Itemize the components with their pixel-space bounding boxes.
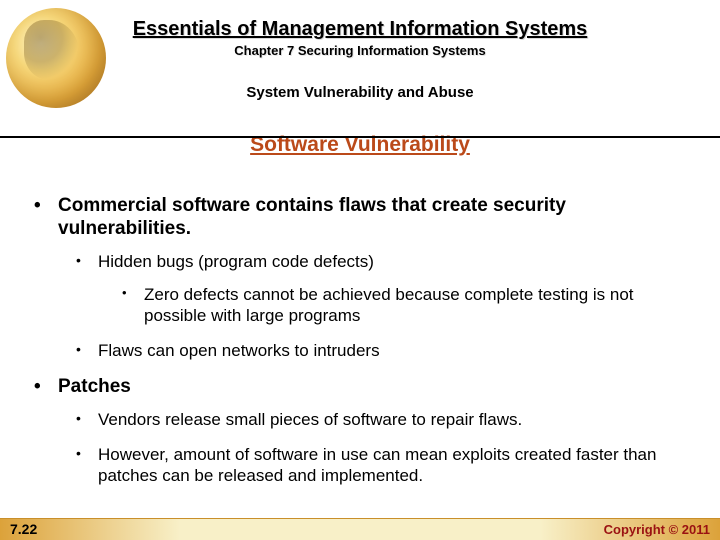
bullet-sub-1a1: Zero defects cannot be achieved because … bbox=[98, 285, 690, 326]
slide-content: Commercial software contains flaws that … bbox=[30, 194, 690, 501]
bullet-text: However, amount of software in use can m… bbox=[98, 445, 656, 485]
bullet-sub-2b: However, amount of software in use can m… bbox=[58, 445, 690, 486]
slide-header: Essentials of Management Information Sys… bbox=[0, 0, 720, 101]
bullet-text: Hidden bugs (program code defects) bbox=[98, 252, 374, 271]
copyright-label: Copyright © 2011 bbox=[604, 522, 710, 537]
section-label: System Vulnerability and Abuse bbox=[0, 84, 720, 101]
book-title: Essentials of Management Information Sys… bbox=[0, 18, 720, 41]
bullet-sub-2a: Vendors release small pieces of software… bbox=[58, 410, 690, 431]
bullet-text: Zero defects cannot be achieved because … bbox=[144, 285, 634, 325]
bullet-main-2: Patches Vendors release small pieces of … bbox=[30, 375, 690, 486]
bullet-sub-1a: Hidden bugs (program code defects) Zero … bbox=[58, 252, 690, 326]
bullet-text: Vendors release small pieces of software… bbox=[98, 410, 522, 429]
bullet-text: Commercial software contains flaws that … bbox=[58, 195, 566, 239]
bullet-text: Patches bbox=[58, 376, 131, 397]
bullet-main-1: Commercial software contains flaws that … bbox=[30, 194, 690, 361]
header-divider bbox=[0, 136, 720, 138]
page-number: 7.22 bbox=[10, 521, 37, 537]
chapter-label: Chapter 7 Securing Information Systems bbox=[0, 43, 720, 58]
bullet-text: Flaws can open networks to intruders bbox=[98, 341, 380, 360]
bullet-sub-1b: Flaws can open networks to intruders bbox=[58, 341, 690, 362]
